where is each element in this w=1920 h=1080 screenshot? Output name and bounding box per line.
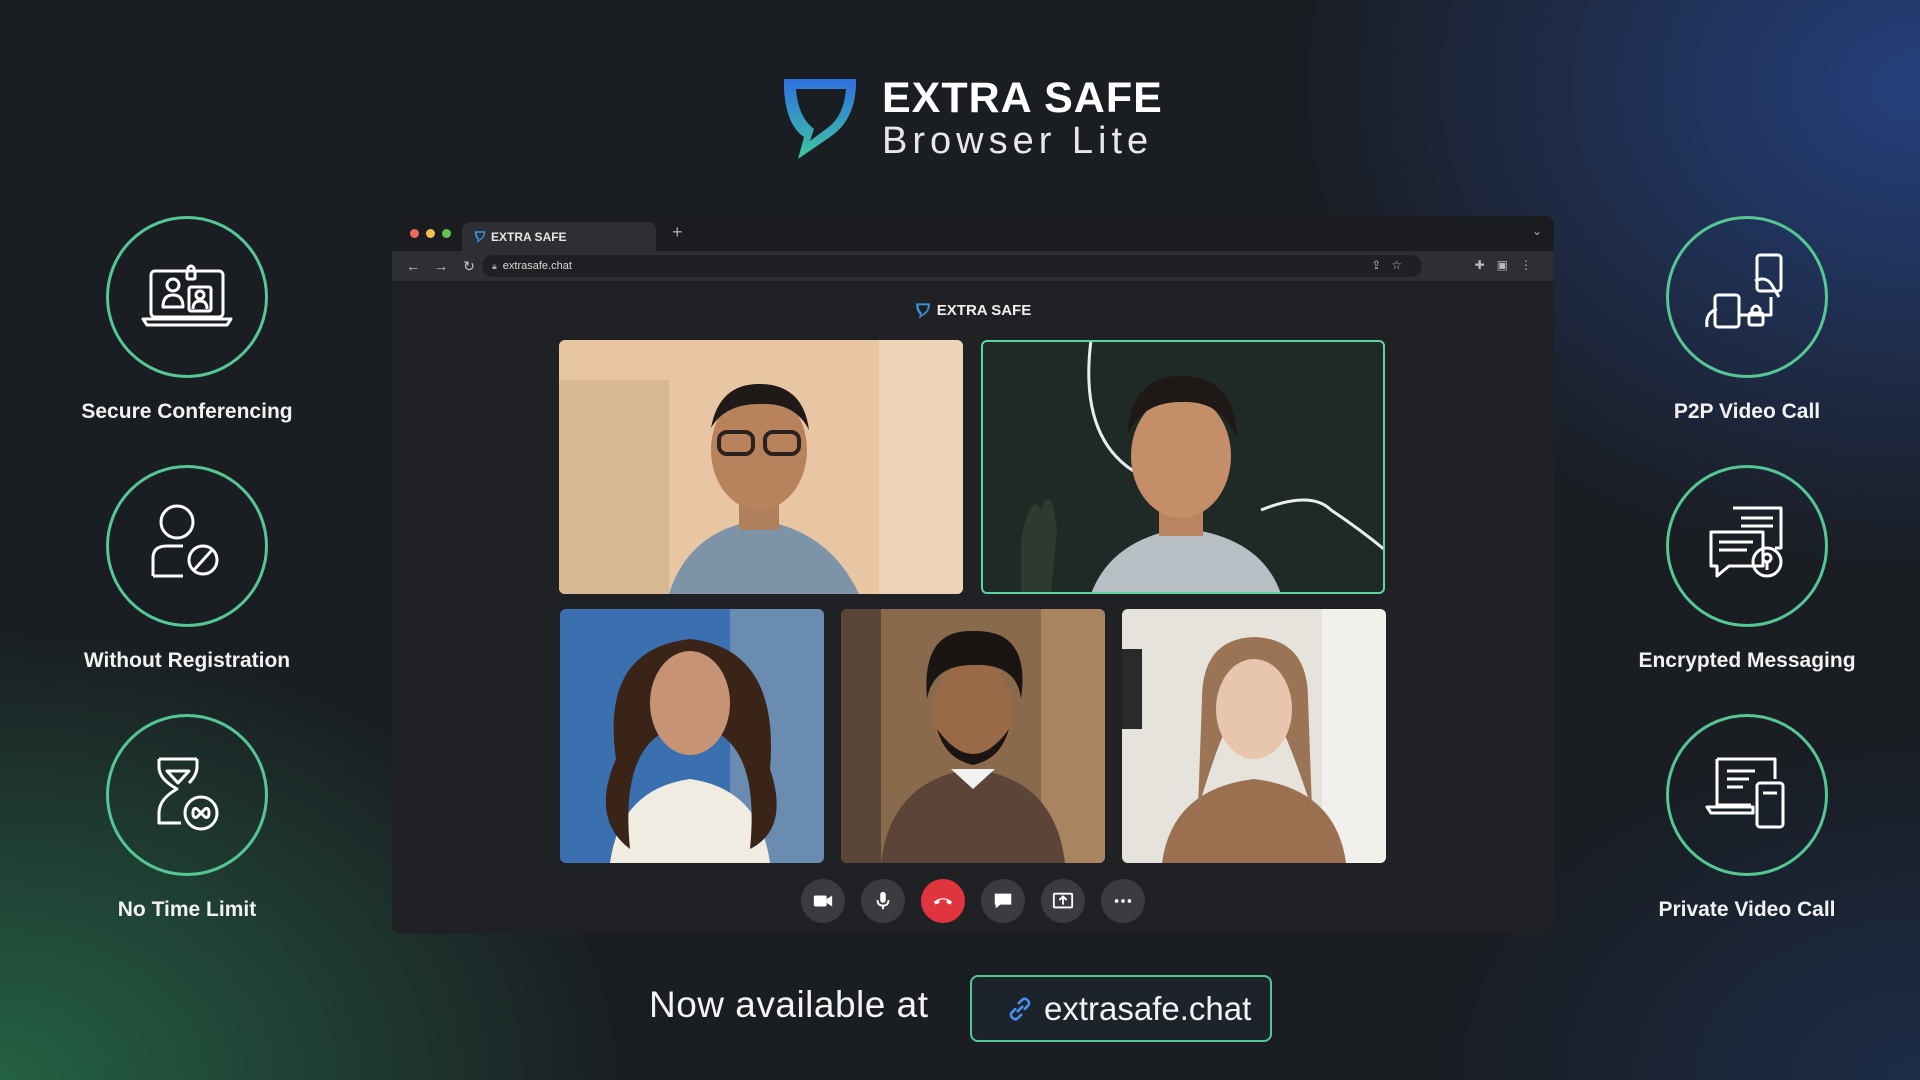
new-tab-button[interactable]: +: [672, 222, 683, 243]
feature-no-time-limit: No Time Limit: [37, 714, 337, 922]
share-screen-button[interactable]: [1041, 879, 1085, 923]
feature-label: No Time Limit: [117, 898, 257, 921]
window-controls[interactable]: [410, 229, 451, 238]
camera-icon: [813, 895, 833, 907]
navigation-bar: ← → ↻ 🔒︎ extrasafe.chat ⇪☆ ✚▣⋮: [392, 251, 1554, 281]
hourglass-infinity-icon: [157, 757, 219, 831]
favicon-icon: [474, 230, 486, 243]
link-icon: [1009, 997, 1031, 1020]
call-controls: [392, 879, 1554, 923]
website-link[interactable]: extrasafe.chat: [970, 975, 1272, 1042]
video-tile-participant-2[interactable]: [981, 340, 1385, 594]
feature-p2p-video-call: P2P Video Call: [1597, 216, 1897, 424]
tab-bar: EXTRA SAFE + ⌄: [392, 216, 1554, 251]
more-icon: [1114, 899, 1132, 903]
brand-name: EXTRA SAFE: [882, 74, 1163, 122]
feature-label: Secure Conferencing: [81, 400, 293, 423]
end-call-button[interactable]: [921, 879, 965, 923]
feature-without-registration: Without Registration: [37, 465, 337, 673]
shield-logo-icon: [784, 79, 856, 159]
browser-tab[interactable]: EXTRA SAFE: [462, 222, 656, 251]
url-text: extrasafe.chat: [502, 260, 572, 272]
share-screen-icon: [1052, 892, 1074, 909]
address-actions[interactable]: ⇪☆: [1371, 258, 1412, 272]
feature-encrypted-messaging: Encrypted Messaging: [1597, 465, 1897, 673]
tab-search-icon[interactable]: ⌄: [1532, 224, 1542, 238]
chat-icon: [994, 893, 1012, 909]
brand-logo: EXTRA SAFE Browser Lite: [780, 76, 1163, 162]
participant-video: [1122, 609, 1386, 863]
app-header: EXTRA SAFE: [392, 302, 1554, 319]
participant-video: [841, 609, 1105, 863]
video-conference-icon: [141, 264, 233, 327]
website-link-text: extrasafe.chat: [1044, 989, 1252, 1027]
feature-label: Private Video Call: [1658, 898, 1836, 921]
video-tile-participant-3[interactable]: [560, 609, 824, 863]
participant-video: [560, 609, 824, 863]
toolbar-icons[interactable]: ✚▣⋮: [1475, 258, 1544, 272]
lock-icon: 🔒︎: [492, 260, 497, 271]
minimize-dot[interactable]: [426, 229, 435, 238]
more-button[interactable]: [1101, 879, 1145, 923]
shield-logo-icon: [915, 302, 930, 319]
feature-label: Without Registration: [83, 649, 291, 672]
video-tile-participant-4[interactable]: [841, 609, 1105, 863]
microphone-icon: [876, 891, 890, 910]
feature-secure-conferencing: Secure Conferencing: [37, 216, 337, 424]
brand-subtitle: Browser Lite: [882, 120, 1154, 162]
feature-private-video-call: Private Video Call: [1597, 714, 1897, 922]
availability-text: Now available at: [649, 984, 929, 1025]
video-tile-participant-5[interactable]: [1122, 609, 1386, 863]
address-bar[interactable]: 🔒︎ extrasafe.chat ⇪☆: [482, 255, 1422, 277]
chat-button[interactable]: [981, 879, 1025, 923]
tab-title: EXTRA SAFE: [491, 229, 567, 244]
end-call-icon: [933, 898, 953, 905]
back-icon[interactable]: ←: [406, 258, 420, 274]
app-title: EXTRA SAFE: [936, 302, 1032, 319]
maximize-dot[interactable]: [442, 229, 451, 238]
encrypted-chat-icon: [1709, 506, 1783, 578]
feature-label: Encrypted Messaging: [1638, 649, 1856, 672]
p2p-devices-icon: [1705, 253, 1783, 329]
video-tile-participant-1[interactable]: [559, 340, 963, 594]
private-devices-icon: [1705, 757, 1785, 829]
user-block-icon: [151, 504, 219, 578]
camera-button[interactable]: [801, 879, 845, 923]
participant-video: [981, 340, 1385, 594]
reload-icon[interactable]: ↻: [462, 258, 476, 275]
participant-video: [559, 340, 963, 594]
close-dot[interactable]: [410, 229, 419, 238]
feature-label: P2P Video Call: [1673, 400, 1821, 423]
browser-window: EXTRA SAFE + ⌄ ← → ↻ 🔒︎ extrasafe.chat ⇪…: [392, 216, 1554, 934]
forward-icon[interactable]: →: [434, 258, 448, 274]
microphone-button[interactable]: [861, 879, 905, 923]
